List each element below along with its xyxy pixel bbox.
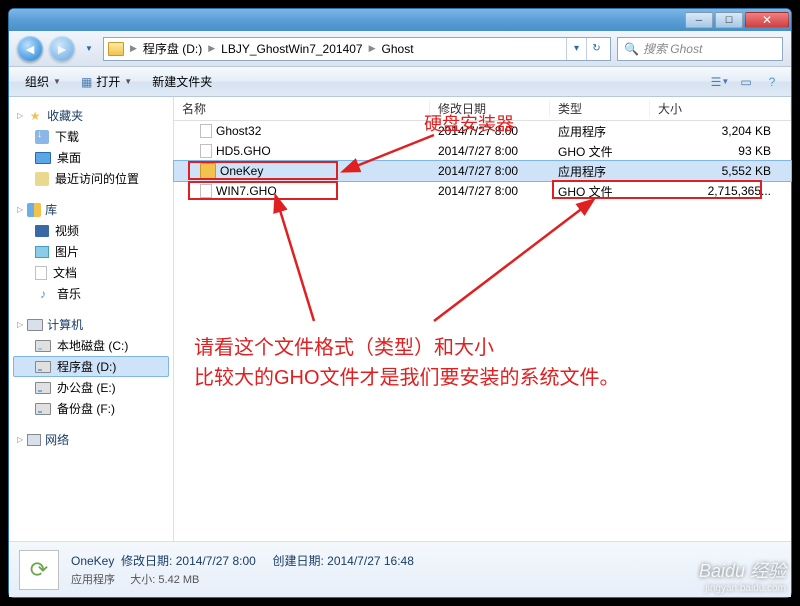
- sidebar-fdrive[interactable]: 备份盘 (F:): [13, 398, 169, 419]
- folder-icon: [108, 42, 124, 56]
- download-icon: [35, 130, 49, 144]
- help-button[interactable]: ?: [761, 71, 783, 93]
- star-icon: [27, 108, 43, 124]
- details-filename: OneKey: [71, 554, 114, 568]
- sidebar-favorites[interactable]: ▷收藏夹: [13, 105, 169, 126]
- sidebar-recent[interactable]: 最近访问的位置: [13, 168, 169, 189]
- sidebar-ddrive[interactable]: 程序盘 (D:): [13, 356, 169, 377]
- chevron-right-icon: ▶: [128, 43, 139, 54]
- chevron-right-icon: ▶: [367, 43, 378, 54]
- maximize-button[interactable]: ☐: [715, 12, 743, 28]
- nav-row: ◄ ► ▼ ▶ 程序盘 (D:) ▶ LBJY_GhostWin7_201407…: [9, 31, 791, 67]
- back-button[interactable]: ◄: [17, 36, 43, 62]
- drive-icon: [35, 361, 51, 373]
- open-button[interactable]: ▦打开▼: [73, 70, 140, 93]
- title-bar: ─ ☐ ✕: [9, 9, 791, 31]
- search-placeholder: 搜索 Ghost: [643, 40, 702, 57]
- file-large-icon: ⟳: [19, 550, 59, 590]
- file-list-pane: 名称 修改日期 类型 大小 Ghost32 2014/7/27 8:00 应用程…: [174, 97, 791, 541]
- chevron-down-icon: ▼: [124, 77, 132, 86]
- sidebar-video[interactable]: 视频: [13, 220, 169, 241]
- gho-icon: [200, 184, 212, 198]
- file-rows: Ghost32 2014/7/27 8:00 应用程序 3,204 KB HD5…: [174, 121, 791, 541]
- sidebar-cdrive[interactable]: 本地磁盘 (C:): [13, 335, 169, 356]
- address-bar[interactable]: ▶ 程序盘 (D:) ▶ LBJY_GhostWin7_201407 ▶ Gho…: [103, 37, 611, 61]
- desktop-icon: [35, 152, 51, 164]
- refresh-button[interactable]: ↻: [586, 38, 606, 60]
- chevron-down-icon: ▼: [53, 77, 61, 86]
- exe-icon: [200, 124, 212, 138]
- breadcrumb-ghost[interactable]: Ghost: [378, 42, 418, 56]
- document-icon: [35, 266, 47, 280]
- picture-icon: [35, 246, 49, 258]
- close-button[interactable]: ✕: [745, 12, 789, 28]
- sidebar-library[interactable]: ▷库: [13, 199, 169, 220]
- collapse-icon: ▷: [17, 435, 23, 444]
- column-name[interactable]: 名称: [174, 100, 430, 117]
- drive-icon: [35, 403, 51, 415]
- network-icon: [27, 434, 41, 446]
- sidebar-desktop[interactable]: 桌面: [13, 147, 169, 168]
- sidebar: ▷收藏夹 下载 桌面 最近访问的位置 ▷库 视频 图片 文档 音乐 ▷计算机 本…: [9, 97, 174, 541]
- breadcrumb-d[interactable]: 程序盘 (D:): [139, 40, 206, 57]
- toolbar: 组织▼ ▦打开▼ 新建文件夹 ☰ ▼ ▭ ?: [9, 67, 791, 97]
- minimize-button[interactable]: ─: [685, 12, 713, 28]
- computer-icon: [27, 319, 43, 331]
- preview-pane-button[interactable]: ▭: [735, 71, 757, 93]
- collapse-icon: ▷: [17, 111, 23, 120]
- recent-icon: [35, 172, 49, 186]
- organize-button[interactable]: 组织▼: [17, 70, 69, 93]
- explorer-body: ▷收藏夹 下载 桌面 最近访问的位置 ▷库 视频 图片 文档 音乐 ▷计算机 本…: [9, 97, 791, 541]
- sidebar-music[interactable]: 音乐: [13, 283, 169, 304]
- collapse-icon: ▷: [17, 320, 23, 329]
- view-options-button[interactable]: ☰ ▼: [709, 71, 731, 93]
- file-row-onekey[interactable]: OneKey 2014/7/27 8:00 应用程序 5,552 KB: [174, 161, 791, 181]
- annotation-label-main: 请看这个文件格式（类型）和大小 比较大的GHO文件才是我们要安装的系统文件。: [194, 333, 620, 393]
- details-type: 应用程序: [71, 574, 115, 586]
- drive-icon: [35, 340, 51, 352]
- sidebar-pictures[interactable]: 图片: [13, 241, 169, 262]
- onekey-icon: [200, 163, 216, 179]
- file-row-ghost32[interactable]: Ghost32 2014/7/27 8:00 应用程序 3,204 KB: [174, 121, 791, 141]
- file-row-hd5[interactable]: HD5.GHO 2014/7/27 8:00 GHO 文件 93 KB: [174, 141, 791, 161]
- column-date[interactable]: 修改日期: [430, 100, 550, 117]
- sidebar-downloads[interactable]: 下载: [13, 126, 169, 147]
- column-size[interactable]: 大小: [650, 100, 791, 117]
- file-row-win7[interactable]: WIN7.GHO 2014/7/27 8:00 GHO 文件 2,715,365…: [174, 181, 791, 201]
- history-dropdown[interactable]: ▼: [81, 38, 97, 60]
- video-icon: [35, 225, 49, 237]
- collapse-icon: ▷: [17, 205, 23, 214]
- breadcrumb-folder[interactable]: LBJY_GhostWin7_201407: [217, 42, 366, 56]
- details-pane: ⟳ OneKey 修改日期: 2014/7/27 8:00 创建日期: 2014…: [9, 541, 791, 597]
- address-dropdown[interactable]: ▾: [566, 38, 586, 60]
- gho-icon: [200, 144, 212, 158]
- chevron-right-icon: ▶: [206, 43, 217, 54]
- sidebar-edrive[interactable]: 办公盘 (E:): [13, 377, 169, 398]
- sidebar-network[interactable]: ▷网络: [13, 429, 169, 450]
- explorer-window: ─ ☐ ✕ ◄ ► ▼ ▶ 程序盘 (D:) ▶ LBJY_GhostWin7_…: [8, 8, 792, 598]
- column-headers: 名称 修改日期 类型 大小: [174, 97, 791, 121]
- sidebar-computer[interactable]: ▷计算机: [13, 314, 169, 335]
- library-icon: [27, 203, 41, 217]
- search-icon: 🔍: [624, 42, 639, 56]
- sidebar-docs[interactable]: 文档: [13, 262, 169, 283]
- drive-icon: [35, 382, 51, 394]
- music-icon: [35, 286, 51, 302]
- forward-button[interactable]: ►: [49, 36, 75, 62]
- column-type[interactable]: 类型: [550, 100, 650, 117]
- new-folder-button[interactable]: 新建文件夹: [144, 70, 220, 93]
- search-input[interactable]: 🔍 搜索 Ghost: [617, 37, 783, 61]
